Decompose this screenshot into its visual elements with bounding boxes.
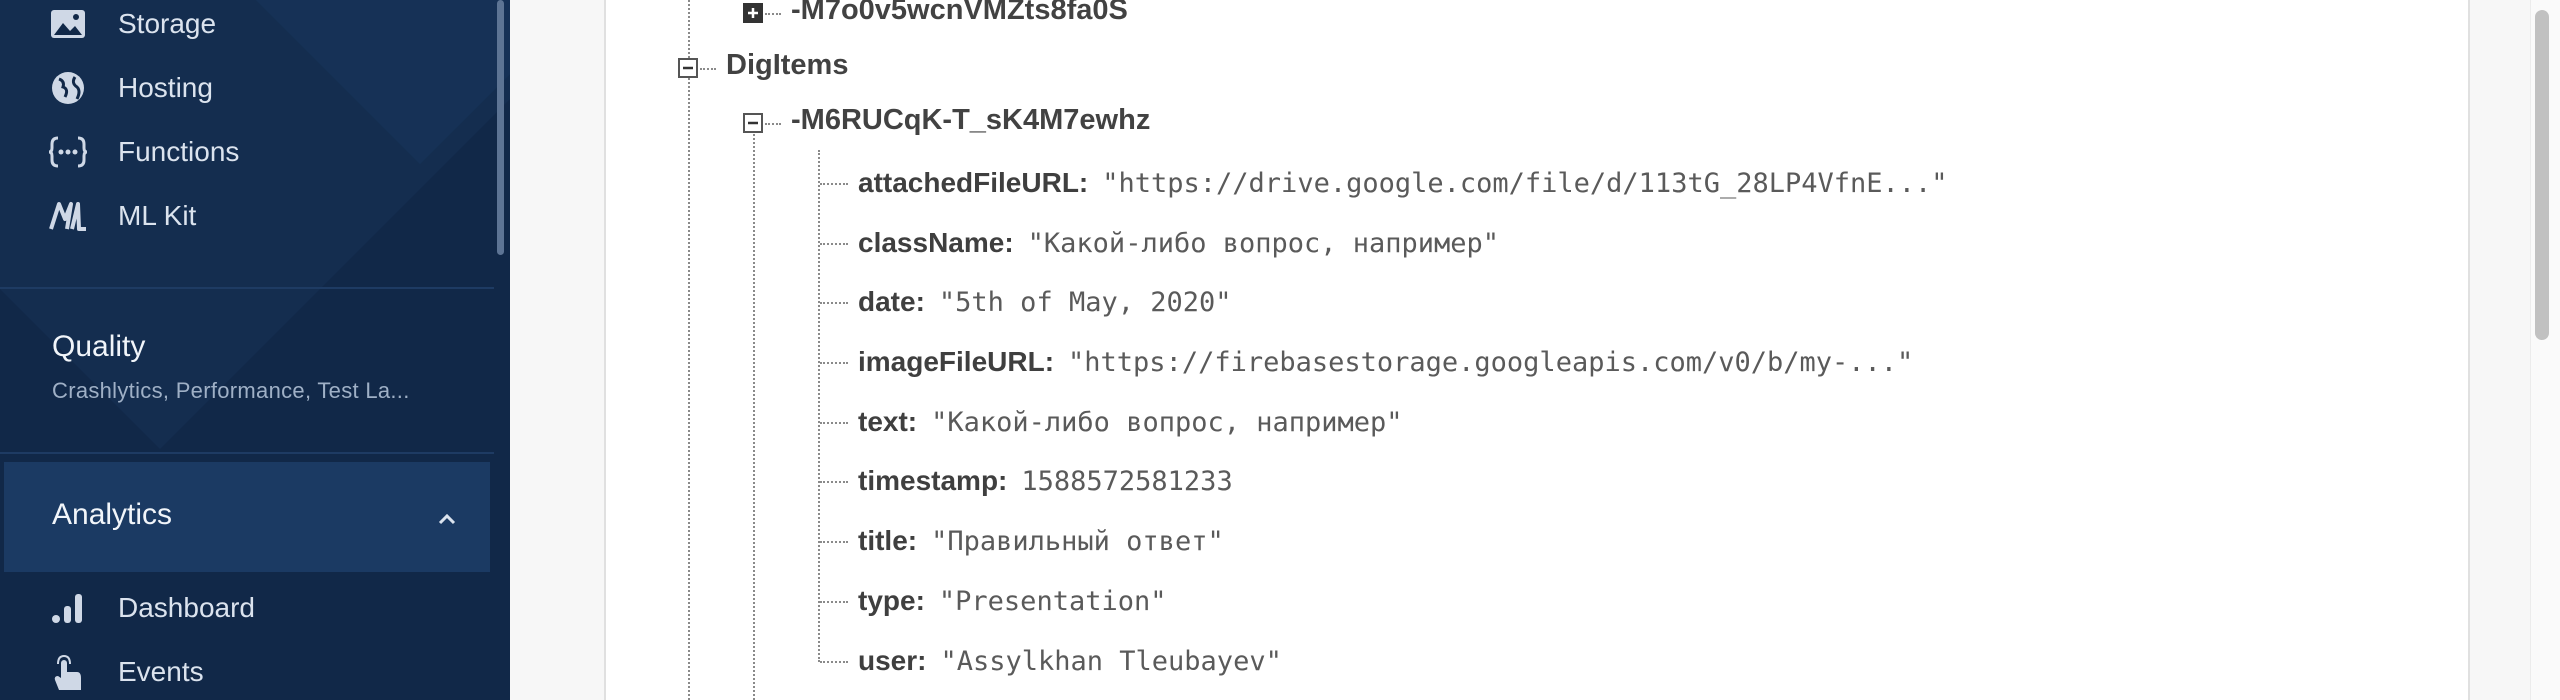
field-value[interactable]: 1588572581233	[1021, 466, 1232, 497]
touch-icon	[48, 652, 88, 692]
tree-branch-line	[820, 661, 848, 663]
field-key: attachedFileURL:	[858, 167, 1089, 198]
sidebar-item-functions[interactable]: Functions	[0, 122, 490, 182]
tree-guide-line	[688, 78, 690, 700]
tree-field-row[interactable]: title: "Правильный ответ"	[858, 521, 1224, 561]
sidebar-item-label: Functions	[118, 136, 240, 167]
sidebar: Storage Hosting Functions ML Kit Quality…	[0, 0, 510, 700]
ml-kit-icon	[48, 196, 88, 236]
sidebar-item-hosting[interactable]: Hosting	[0, 58, 490, 118]
sidebar-item-ml-kit[interactable]: ML Kit	[0, 186, 490, 246]
tree-field-row[interactable]: attachedFileURL: "https://drive.google.c…	[858, 163, 1948, 203]
main-scrollbar-thumb[interactable]	[2535, 10, 2549, 340]
tree-branch-line	[820, 183, 848, 185]
field-key: title:	[858, 525, 918, 556]
tree-branch-line	[820, 541, 848, 543]
tree-branch-line	[700, 68, 716, 70]
tree-branch-line	[820, 601, 848, 603]
field-key: imageFileURL:	[858, 346, 1055, 377]
quality-section-subtitle: Crashlytics, Performance, Test La...	[52, 378, 410, 403]
sidebar-item-dashboard[interactable]: Dashboard	[0, 578, 490, 638]
bar-chart-icon	[48, 588, 88, 628]
tree-field-row[interactable]: className: "Какой-либо вопрос, например"	[858, 223, 1499, 263]
tree-guide-line	[688, 0, 690, 58]
tree-guide-line	[753, 134, 755, 700]
field-key: type:	[858, 585, 925, 616]
tree-node-key[interactable]: -M6RUCqK-T_sK4M7ewhz	[791, 104, 1150, 137]
collapse-toggle[interactable]	[743, 113, 763, 133]
field-value[interactable]: "Presentation"	[939, 586, 1167, 617]
field-value[interactable]: "5th of May, 2020"	[939, 287, 1232, 318]
sidebar-item-label: Hosting	[118, 72, 213, 103]
sidebar-item-label: Storage	[118, 8, 217, 39]
tree-node-key[interactable]: -M7o0v5wcnVMZts8fa0S	[791, 0, 1128, 27]
tree-branch-line	[820, 362, 848, 364]
field-value[interactable]: "Какой-либо вопрос, например"	[1028, 228, 1499, 259]
field-value[interactable]: "Какой-либо вопрос, например"	[931, 407, 1402, 438]
globe-icon	[48, 68, 88, 108]
expand-toggle[interactable]	[743, 3, 763, 23]
tree-field-row[interactable]: timestamp: 1588572581233	[858, 461, 1233, 501]
tree-field-row[interactable]: text: "Какой-либо вопрос, например"	[858, 402, 1403, 442]
tree-branch-line	[820, 422, 848, 424]
field-value[interactable]: "Правильный ответ"	[931, 526, 1224, 557]
tree-branch-line	[820, 481, 848, 483]
field-key: className:	[858, 227, 1014, 258]
divider	[0, 287, 494, 289]
tree-guide-line	[818, 150, 820, 662]
tree-branch-line	[765, 13, 781, 15]
tree-field-row[interactable]: date: "5th of May, 2020"	[858, 282, 1232, 322]
collapse-toggle[interactable]	[678, 58, 698, 78]
field-key: date:	[858, 286, 925, 317]
field-value[interactable]: "https://drive.google.com/file/d/113tG_2…	[1102, 168, 1947, 199]
divider	[0, 452, 494, 454]
tree-field-row[interactable]: user: "Assylkhan Tleubayev"	[858, 641, 1282, 681]
field-value[interactable]: "https://firebasestorage.googleapis.com/…	[1068, 347, 1913, 378]
tree-field-row[interactable]: imageFileURL: "https://firebasestorage.g…	[858, 342, 1913, 382]
tree-branch-line	[820, 243, 848, 245]
tree-node-key[interactable]: DigItems	[726, 49, 848, 82]
field-key: text:	[858, 406, 918, 437]
tree-field-row[interactable]: type: "Presentation"	[858, 581, 1166, 621]
sidebar-scrollbar[interactable]	[497, 0, 504, 255]
analytics-section-header[interactable]: Analytics	[4, 462, 490, 572]
sidebar-item-events[interactable]: Events	[0, 642, 490, 700]
field-key: user:	[858, 645, 927, 676]
sidebar-item-storage[interactable]: Storage	[0, 0, 490, 54]
tree-branch-line	[820, 302, 848, 304]
sidebar-item-label: Dashboard	[118, 592, 255, 623]
tree-branch-line	[765, 123, 781, 125]
chevron-up-icon[interactable]	[432, 504, 462, 534]
sidebar-item-label: Events	[118, 656, 204, 687]
functions-icon	[48, 132, 88, 172]
field-key: timestamp:	[858, 465, 1008, 496]
image-icon	[48, 4, 88, 44]
quality-section-title[interactable]: Quality	[52, 330, 145, 364]
field-value[interactable]: "Assylkhan Tleubayev"	[940, 646, 1281, 677]
sidebar-item-label: ML Kit	[118, 200, 197, 231]
analytics-section-title: Analytics	[52, 498, 173, 531]
